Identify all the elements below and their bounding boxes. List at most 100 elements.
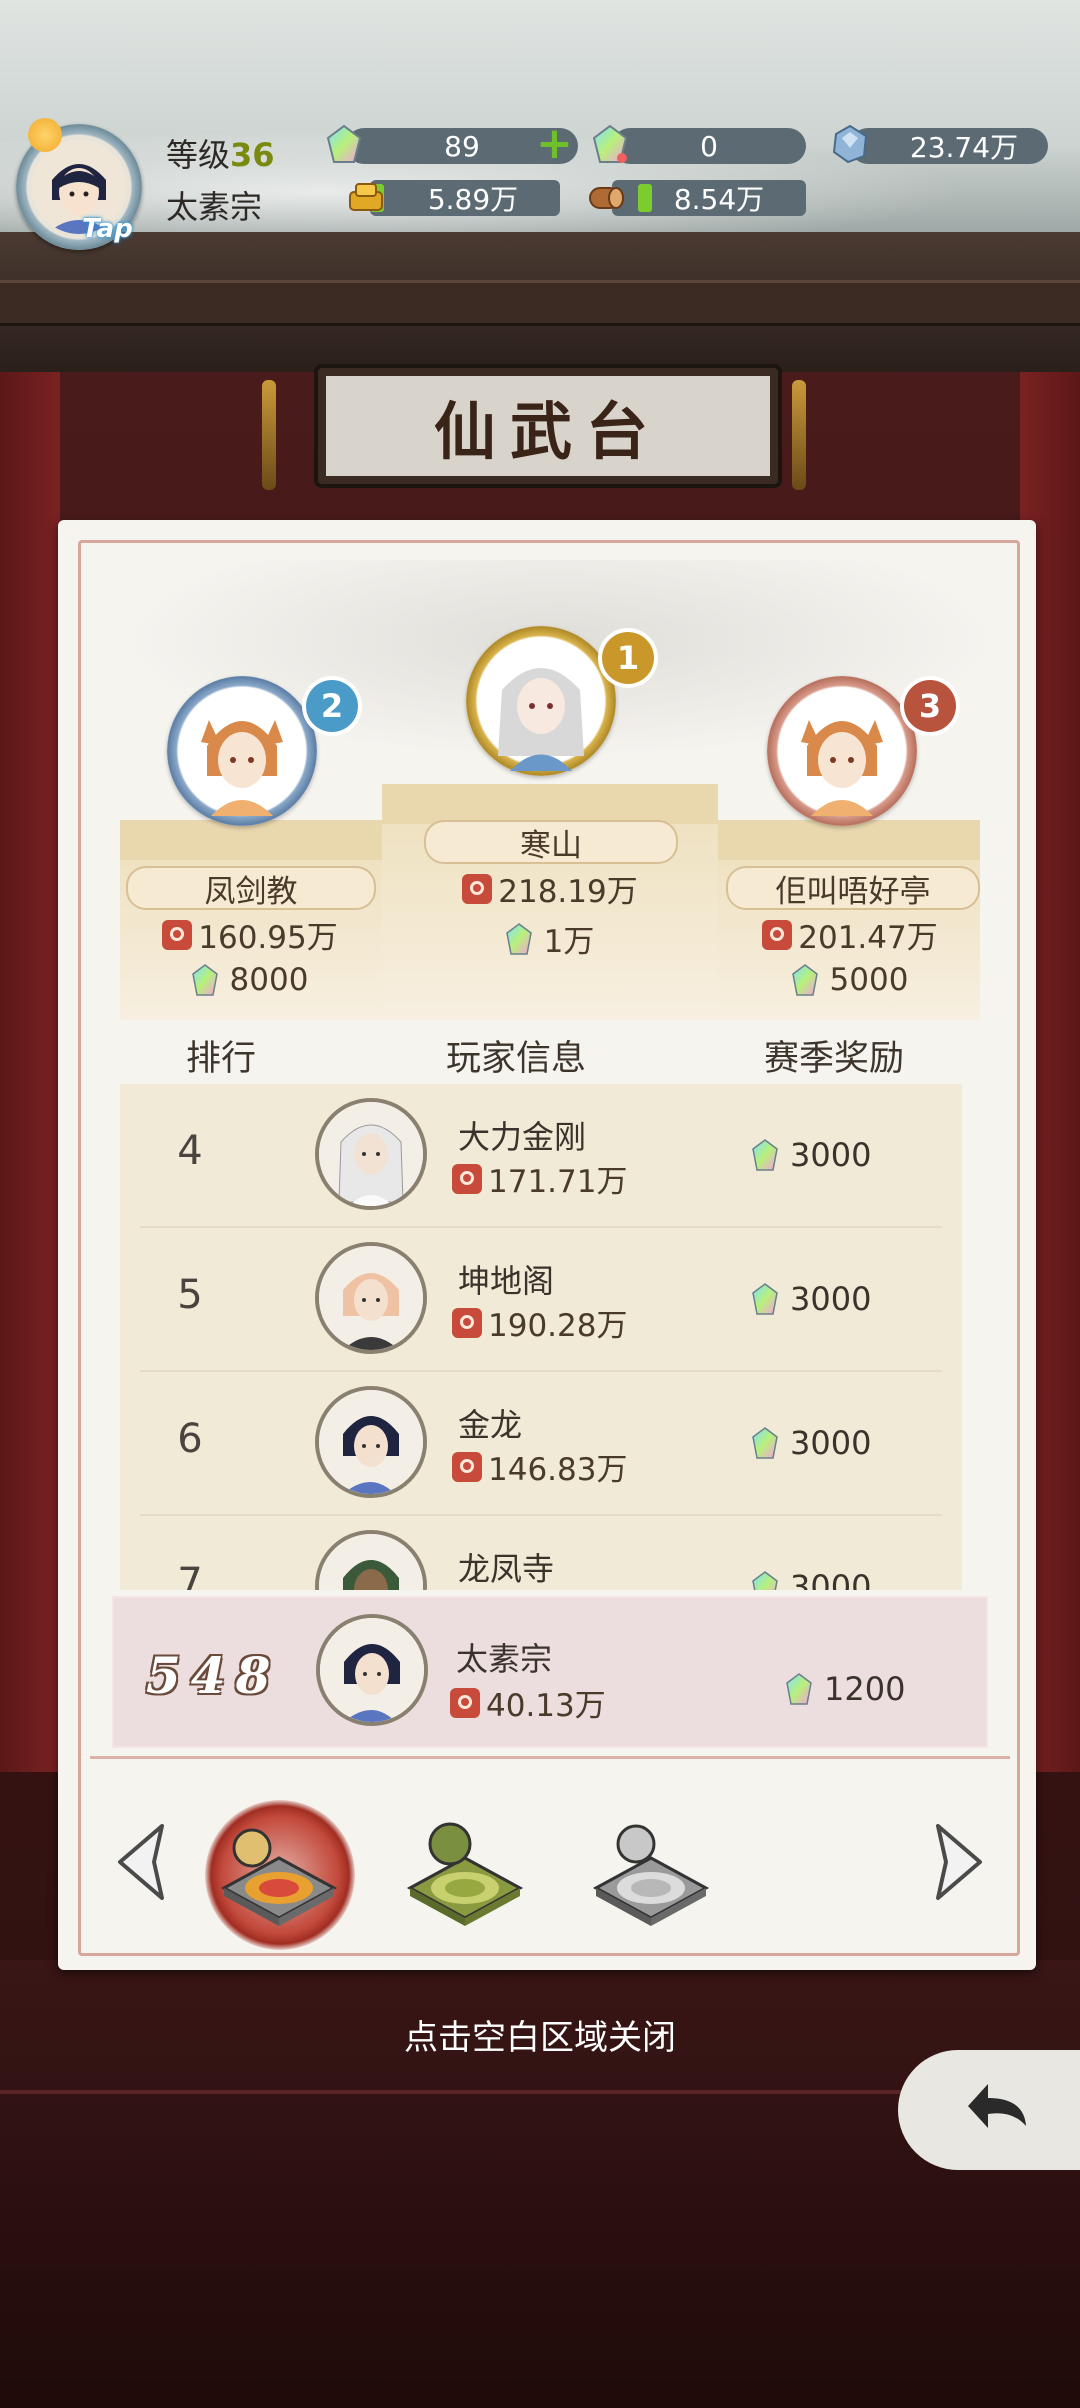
arena-tier-red-icon[interactable] bbox=[214, 1818, 344, 1928]
combat-power-icon bbox=[452, 1163, 482, 1194]
add-gems-button[interactable]: + bbox=[536, 122, 573, 166]
resource-value: 8.54万 bbox=[673, 183, 765, 216]
list-item[interactable]: 7 龙凤寺 3000 bbox=[120, 1516, 962, 1590]
player-reward: 3000 bbox=[752, 1568, 871, 1590]
player-power: 146.83万 bbox=[452, 1444, 627, 1489]
column-rank: 排行 bbox=[186, 1039, 257, 1079]
tassel-right bbox=[792, 380, 806, 490]
arena-signboard: 仙武台 bbox=[318, 368, 778, 484]
player-reward: 3000 bbox=[752, 1136, 871, 1174]
player-power: 171.71万 bbox=[452, 1156, 627, 1201]
gem-reward-icon bbox=[786, 1673, 812, 1705]
rank-number: 5 bbox=[177, 1272, 203, 1318]
resource-value: 23.74万 bbox=[909, 131, 1019, 164]
arena-tier-gray-icon[interactable] bbox=[586, 1818, 716, 1928]
list-item[interactable]: 6 金龙 146.83万 3000 bbox=[120, 1372, 962, 1516]
next-arrow-icon[interactable] bbox=[928, 1822, 988, 1902]
third-place-power: 201.47万 bbox=[730, 912, 970, 957]
player-avatar bbox=[315, 1386, 427, 1498]
return-arrow-icon bbox=[968, 2084, 1026, 2128]
power-value: 40.13万 bbox=[486, 1688, 606, 1724]
gem-reward-icon bbox=[752, 1139, 778, 1171]
podium-third-top bbox=[718, 820, 980, 860]
first-place-power: 218.19万 bbox=[430, 866, 670, 911]
combat-power-icon bbox=[162, 919, 193, 950]
list-item[interactable]: 5 坤地阁 190.28万 3000 bbox=[120, 1228, 962, 1372]
sun-icon bbox=[28, 118, 62, 152]
second-place-power: 160.95万 bbox=[130, 912, 370, 957]
combat-power-icon bbox=[452, 1307, 482, 1338]
player-avatar bbox=[315, 1098, 427, 1210]
gem-reward-icon bbox=[191, 964, 218, 996]
arena-title: 仙武台 bbox=[433, 395, 662, 468]
back-button[interactable] bbox=[898, 2050, 1080, 2170]
reward-value: 3000 bbox=[790, 1280, 872, 1318]
gem-reward-icon bbox=[505, 922, 532, 955]
rank-number: 6 bbox=[177, 1416, 203, 1462]
first-place-avatar[interactable] bbox=[466, 626, 616, 776]
power-value: 171.71万 bbox=[488, 1164, 628, 1200]
second-place-reward: 8000 bbox=[130, 962, 370, 998]
my-name: 太素宗 bbox=[456, 1640, 553, 1678]
second-place-name: 凤剑教 bbox=[126, 866, 376, 910]
resource-bar-stones: 23.74万 bbox=[850, 128, 1048, 164]
arena-tier-green-icon[interactable] bbox=[400, 1818, 530, 1928]
podium-second-top bbox=[120, 820, 382, 860]
gem-reward-icon bbox=[752, 1427, 778, 1459]
gem-reward-icon bbox=[791, 964, 818, 996]
rainbow-gem-icon bbox=[326, 124, 362, 163]
my-avatar bbox=[316, 1614, 428, 1726]
level-label: 等级 bbox=[166, 136, 231, 174]
reward-value: 1万 bbox=[543, 924, 595, 960]
rainbow-crystal-icon bbox=[592, 124, 628, 163]
rank-2-badge: 2 bbox=[306, 680, 358, 732]
reward-value: 3000 bbox=[790, 1136, 872, 1174]
reward-value: 3000 bbox=[790, 1568, 872, 1590]
reward-value: 3000 bbox=[790, 1424, 872, 1462]
player-name: 龙凤寺 bbox=[458, 1550, 555, 1588]
resource-value: 89 bbox=[444, 129, 480, 163]
player-name: 大力金刚 bbox=[458, 1118, 587, 1156]
resource-bar-wood: 8.54万 bbox=[612, 180, 806, 216]
combat-power-icon bbox=[452, 1451, 482, 1482]
third-place-reward: 5000 bbox=[730, 962, 970, 998]
resource-value: 5.89万 bbox=[427, 183, 519, 216]
third-place-name: 佢叫唔好亭 bbox=[726, 866, 980, 910]
first-place-name: 寒山 bbox=[424, 820, 678, 864]
third-place-avatar[interactable] bbox=[767, 676, 917, 826]
power-value: 160.95万 bbox=[198, 920, 338, 956]
player-name: 坤地阁 bbox=[458, 1262, 555, 1300]
player-name: 金龙 bbox=[458, 1406, 523, 1444]
power-value: 146.83万 bbox=[488, 1452, 628, 1488]
combat-power-icon bbox=[462, 873, 493, 904]
avatar-tap-label: Tap bbox=[82, 214, 133, 244]
temple-beam bbox=[0, 280, 1080, 326]
rank-number: 4 bbox=[177, 1128, 203, 1174]
resource-bar-gold: 5.89万 bbox=[370, 180, 560, 216]
power-value: 190.28万 bbox=[488, 1308, 628, 1344]
resource-bar-crystals: 0 bbox=[612, 128, 806, 164]
combat-power-icon bbox=[762, 919, 793, 950]
my-reward: 1200 bbox=[786, 1670, 905, 1708]
column-reward: 赛季奖励 bbox=[764, 1039, 905, 1079]
player-reward: 3000 bbox=[752, 1424, 871, 1462]
podium-first-top bbox=[382, 784, 718, 824]
wood-log-icon bbox=[589, 187, 624, 209]
previous-arrow-icon[interactable] bbox=[112, 1822, 172, 1902]
close-hint[interactable]: 点击空白区域关闭 bbox=[0, 2010, 1080, 2059]
wood-fill bbox=[638, 184, 652, 212]
second-place-avatar[interactable] bbox=[167, 676, 317, 826]
left-curtain bbox=[0, 372, 60, 1772]
level-value: 36 bbox=[230, 136, 275, 174]
list-item[interactable]: 4 大力金刚 171.71万 3000 bbox=[120, 1084, 962, 1228]
reward-value: 5000 bbox=[829, 962, 909, 998]
gem-reward-icon bbox=[752, 1571, 778, 1590]
player-reward: 3000 bbox=[752, 1280, 871, 1318]
ranking-list[interactable]: 4 大力金刚 171.71万 3000 5 坤地阁 190.28万 3000 6… bbox=[120, 1084, 962, 1590]
gem-reward-icon bbox=[752, 1283, 778, 1315]
column-player: 玩家信息 bbox=[446, 1039, 587, 1079]
rank-1-badge: 1 bbox=[602, 632, 654, 684]
my-power: 40.13万 bbox=[450, 1680, 606, 1725]
level-row: 等级36 bbox=[166, 130, 275, 176]
blue-stone-icon bbox=[832, 124, 868, 164]
